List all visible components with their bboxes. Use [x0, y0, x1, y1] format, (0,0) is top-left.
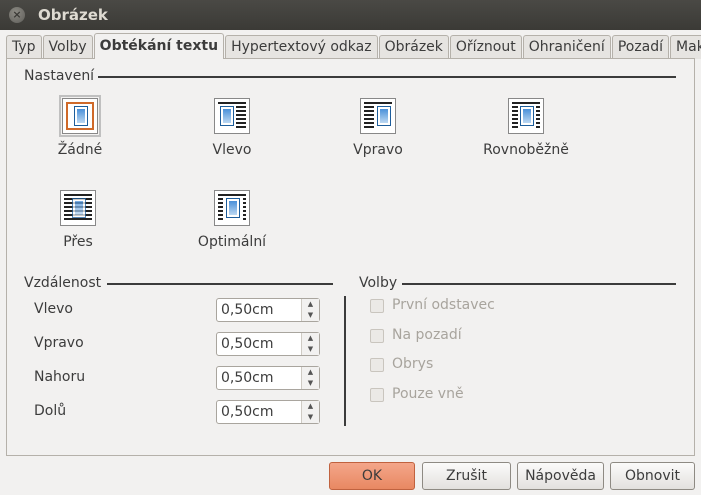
wrap-option-label: Přes — [63, 234, 93, 250]
wrap-option-parallel[interactable]: Rovnoběžně — [466, 98, 586, 158]
spin-buttons[interactable]: ▲ ▼ — [301, 367, 319, 389]
tab-oriznout[interactable]: Oříznout — [449, 35, 522, 59]
spin-buttons[interactable]: ▲ ▼ — [301, 401, 319, 423]
chevron-down-icon[interactable]: ▼ — [302, 344, 319, 355]
wrap-option-through[interactable]: Přes — [18, 190, 138, 250]
tab-obrazek[interactable]: Obrázek — [378, 35, 449, 59]
spacing-bottom-value[interactable]: 0,50cm — [221, 404, 274, 420]
spacing-top-row: Nahoru 0,50cm ▲ ▼ — [34, 366, 334, 390]
settings-divider — [98, 76, 676, 78]
in-background-label: Na pozadí — [392, 327, 462, 343]
tab-pozadi[interactable]: Pozadí — [611, 35, 670, 59]
spacing-divider — [107, 283, 333, 285]
spacing-left-stepper[interactable]: 0,50cm ▲ ▼ — [216, 298, 320, 322]
contour-checkbox[interactable] — [370, 358, 384, 372]
title-bar: × Obrázek — [0, 0, 701, 30]
spacing-top-label: Nahoru — [34, 369, 86, 385]
wrap-option-left[interactable]: Vlevo — [172, 98, 292, 158]
spacing-top-stepper[interactable]: 0,50cm ▲ ▼ — [216, 366, 320, 390]
wrap-option-right[interactable]: Vpravo — [318, 98, 438, 158]
first-paragraph-checkbox[interactable] — [370, 299, 384, 313]
contour-label: Obrys — [392, 356, 434, 372]
chevron-up-icon[interactable]: ▲ — [302, 367, 319, 378]
wrap-right-icon — [360, 98, 396, 134]
options-divider — [402, 283, 676, 285]
ok-button[interactable]: OK — [329, 462, 415, 490]
spin-buttons[interactable]: ▲ ▼ — [301, 333, 319, 355]
wrap-through-icon — [60, 190, 96, 226]
wrap-option-none[interactable]: Žádné — [20, 95, 140, 158]
wrap-parallel-icon — [508, 98, 544, 134]
tab-ohraniceni[interactable]: Ohraničení — [522, 35, 611, 59]
wrap-option-label: Vlevo — [212, 142, 252, 158]
tab-bar: Typ Volby Obtékání textu Hypertextový od… — [6, 33, 701, 59]
settings-section-title: Nastavení — [24, 68, 95, 84]
spacing-top-value[interactable]: 0,50cm — [221, 370, 274, 386]
tab-hypertextovy-odkaz[interactable]: Hypertextový odkaz — [225, 35, 378, 59]
wrap-option-label: Rovnoběžně — [483, 142, 569, 158]
spacing-right-stepper[interactable]: 0,50cm ▲ ▼ — [216, 332, 320, 356]
window-title: Obrázek — [38, 6, 108, 24]
tab-typ[interactable]: Typ — [6, 35, 42, 59]
wrap-option-label: Vpravo — [353, 142, 403, 158]
tab-obtekani-textu[interactable]: Obtékání textu — [93, 33, 225, 59]
spacing-section-title: Vzdálenost — [24, 275, 102, 291]
cancel-button[interactable]: Zrušit — [422, 462, 511, 490]
spacing-left-row: Vlevo 0,50cm ▲ ▼ — [34, 298, 334, 322]
chevron-down-icon[interactable]: ▼ — [302, 412, 319, 423]
spacing-left-label: Vlevo — [34, 301, 73, 317]
chevron-up-icon[interactable]: ▲ — [302, 299, 319, 310]
spin-buttons[interactable]: ▲ ▼ — [301, 299, 319, 321]
chevron-down-icon[interactable]: ▼ — [302, 310, 319, 321]
options-vertical-divider — [344, 296, 346, 426]
in-background-checkbox[interactable] — [370, 329, 384, 343]
spacing-bottom-stepper[interactable]: 0,50cm ▲ ▼ — [216, 400, 320, 424]
spacing-bottom-row: Dolů 0,50cm ▲ ▼ — [34, 400, 334, 424]
outside-only-checkbox[interactable] — [370, 388, 384, 402]
close-icon[interactable]: × — [9, 7, 25, 23]
first-paragraph-label: První odstavec — [392, 297, 495, 313]
outside-only-label: Pouze vně — [392, 386, 464, 402]
wrap-option-label: Optimální — [197, 234, 267, 250]
wrap-option-label: Žádné — [57, 142, 103, 158]
spacing-right-row: Vpravo 0,50cm ▲ ▼ — [34, 332, 334, 356]
spacing-bottom-label: Dolů — [34, 403, 67, 419]
spacing-right-label: Vpravo — [34, 335, 84, 351]
wrap-option-optimal[interactable]: Optimální — [172, 190, 292, 250]
wrap-optimal-icon — [214, 190, 250, 226]
spacing-left-value[interactable]: 0,50cm — [221, 302, 274, 318]
reset-button[interactable]: Obnovit — [610, 462, 695, 490]
tab-makro[interactable]: Makro — [670, 35, 701, 59]
help-button[interactable]: Nápověda — [517, 462, 604, 490]
chevron-up-icon[interactable]: ▲ — [302, 333, 319, 344]
wrap-left-icon — [214, 98, 250, 134]
options-section-title: Volby — [359, 275, 398, 291]
tab-volby[interactable]: Volby — [42, 35, 93, 59]
chevron-down-icon[interactable]: ▼ — [302, 378, 319, 389]
spacing-right-value[interactable]: 0,50cm — [221, 336, 274, 352]
chevron-up-icon[interactable]: ▲ — [302, 401, 319, 412]
wrap-none-icon — [59, 95, 101, 137]
